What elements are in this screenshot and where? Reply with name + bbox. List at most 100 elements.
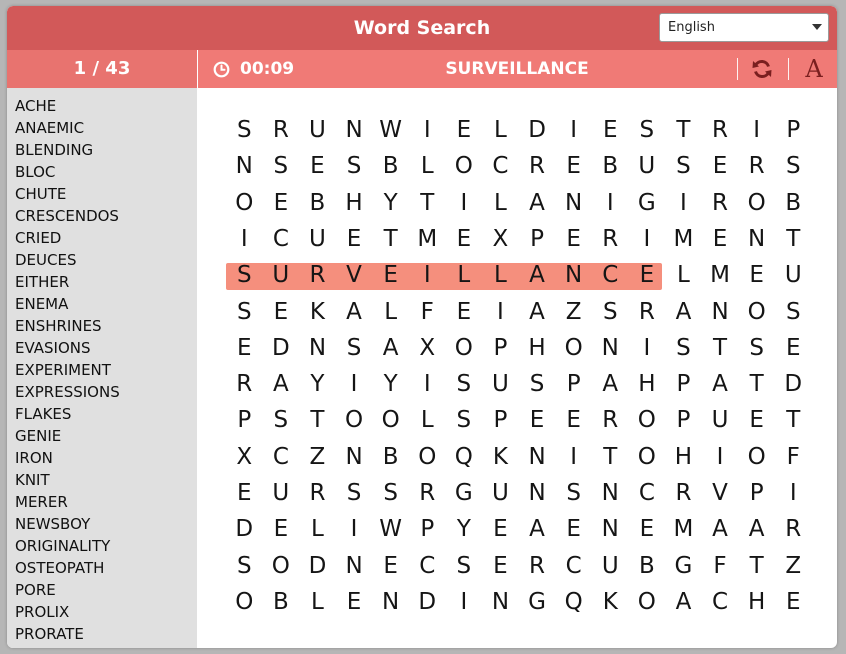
grid-cell[interactable]: B	[299, 185, 336, 221]
grid-cell[interactable]: C	[482, 148, 519, 184]
grid-cell[interactable]: S	[226, 257, 263, 293]
grid-cell[interactable]: R	[702, 112, 739, 148]
grid-cell[interactable]: N	[738, 221, 775, 257]
grid-cell[interactable]: O	[336, 402, 373, 438]
grid-cell[interactable]: W	[372, 112, 409, 148]
grid-cell[interactable]: C	[702, 584, 739, 620]
grid-cell[interactable]: E	[263, 294, 300, 330]
grid-cell[interactable]: T	[738, 366, 775, 402]
grid-cell[interactable]: N	[592, 330, 629, 366]
grid-cell[interactable]: H	[336, 185, 373, 221]
grid-cell[interactable]: N	[519, 439, 556, 475]
grid-cell[interactable]: E	[775, 584, 812, 620]
grid-cell[interactable]: S	[775, 294, 812, 330]
grid-cell[interactable]: O	[226, 584, 263, 620]
grid-cell[interactable]: W	[372, 511, 409, 547]
grid-cell[interactable]: I	[226, 221, 263, 257]
grid-cell[interactable]: N	[702, 294, 739, 330]
grid-cell[interactable]: E	[629, 257, 666, 293]
grid-cell[interactable]: U	[299, 221, 336, 257]
grid-cell[interactable]: M	[409, 221, 446, 257]
grid-cell[interactable]: D	[226, 511, 263, 547]
grid-cell[interactable]: O	[446, 148, 483, 184]
grid-cell[interactable]: G	[446, 475, 483, 511]
grid-cell[interactable]: Y	[372, 185, 409, 221]
grid-cell[interactable]: T	[299, 402, 336, 438]
grid-cell[interactable]: I	[555, 439, 592, 475]
grid-cell[interactable]: L	[299, 584, 336, 620]
grid-cell[interactable]: A	[519, 185, 556, 221]
grid-cell[interactable]: X	[409, 330, 446, 366]
grid-cell[interactable]: A	[665, 294, 702, 330]
grid-cell[interactable]: R	[665, 475, 702, 511]
grid-cell[interactable]: L	[665, 257, 702, 293]
grid-cell[interactable]: Z	[555, 294, 592, 330]
grid-cell[interactable]: Q	[446, 439, 483, 475]
grid-cell[interactable]: S	[629, 112, 666, 148]
grid-cell[interactable]: T	[738, 548, 775, 584]
grid-cell[interactable]: C	[592, 257, 629, 293]
grid-cell[interactable]: A	[738, 511, 775, 547]
grid-cell[interactable]: E	[738, 402, 775, 438]
grid-cell[interactable]: A	[702, 366, 739, 402]
grid-cell[interactable]: S	[738, 330, 775, 366]
grid-cell[interactable]: P	[519, 221, 556, 257]
grid-cell[interactable]: E	[519, 402, 556, 438]
grid-cell[interactable]: D	[519, 112, 556, 148]
grid-cell[interactable]: U	[263, 475, 300, 511]
grid-cell[interactable]: F	[775, 439, 812, 475]
grid-cell[interactable]: E	[372, 548, 409, 584]
grid-cell[interactable]: A	[592, 366, 629, 402]
grid-cell[interactable]: U	[482, 475, 519, 511]
grid-cell[interactable]: B	[372, 148, 409, 184]
grid-cell[interactable]: C	[629, 475, 666, 511]
grid-cell[interactable]: E	[446, 221, 483, 257]
grid-cell[interactable]: A	[336, 294, 373, 330]
grid-cell[interactable]: I	[629, 221, 666, 257]
grid-cell[interactable]: P	[775, 112, 812, 148]
grid-cell[interactable]: N	[336, 439, 373, 475]
grid-cell[interactable]: R	[226, 366, 263, 402]
grid-cell[interactable]: N	[336, 548, 373, 584]
grid-cell[interactable]: O	[226, 185, 263, 221]
grid-cell[interactable]: E	[775, 330, 812, 366]
grid-cell[interactable]: E	[555, 221, 592, 257]
grid-cell[interactable]: E	[555, 148, 592, 184]
grid-cell[interactable]: E	[555, 511, 592, 547]
grid-cell[interactable]: T	[592, 439, 629, 475]
grid-cell[interactable]: S	[592, 294, 629, 330]
grid-cell[interactable]: P	[555, 366, 592, 402]
grid-cell[interactable]: S	[446, 402, 483, 438]
grid-cell[interactable]: A	[519, 511, 556, 547]
grid-cell[interactable]: I	[336, 366, 373, 402]
grid-cell[interactable]: E	[629, 511, 666, 547]
grid-cell[interactable]: M	[665, 511, 702, 547]
grid-cell[interactable]: O	[738, 294, 775, 330]
grid-cell[interactable]: E	[446, 294, 483, 330]
grid-cell[interactable]: P	[482, 330, 519, 366]
grid-cell[interactable]: O	[263, 548, 300, 584]
grid-cell[interactable]: H	[629, 366, 666, 402]
grid-cell[interactable]: I	[702, 439, 739, 475]
grid-cell[interactable]: Q	[555, 584, 592, 620]
grid-cell[interactable]: I	[409, 366, 446, 402]
grid-cell[interactable]: R	[592, 402, 629, 438]
grid-cell[interactable]: H	[665, 439, 702, 475]
grid-cell[interactable]: O	[629, 402, 666, 438]
grid-cell[interactable]: E	[372, 257, 409, 293]
grid-cell[interactable]: S	[263, 402, 300, 438]
grid-cell[interactable]: R	[519, 148, 556, 184]
grid-cell[interactable]: U	[702, 402, 739, 438]
grid-cell[interactable]: D	[299, 548, 336, 584]
grid-cell[interactable]: Y	[372, 366, 409, 402]
grid-cell[interactable]: S	[665, 148, 702, 184]
grid-cell[interactable]: T	[775, 221, 812, 257]
grid-cell[interactable]: N	[592, 475, 629, 511]
grid-cell[interactable]: N	[482, 584, 519, 620]
grid-cell[interactable]: X	[482, 221, 519, 257]
grid-cell[interactable]: D	[409, 584, 446, 620]
grid-cell[interactable]: M	[702, 257, 739, 293]
grid-cell[interactable]: A	[702, 511, 739, 547]
grid-cell[interactable]: R	[299, 475, 336, 511]
grid-cell[interactable]: X	[226, 439, 263, 475]
